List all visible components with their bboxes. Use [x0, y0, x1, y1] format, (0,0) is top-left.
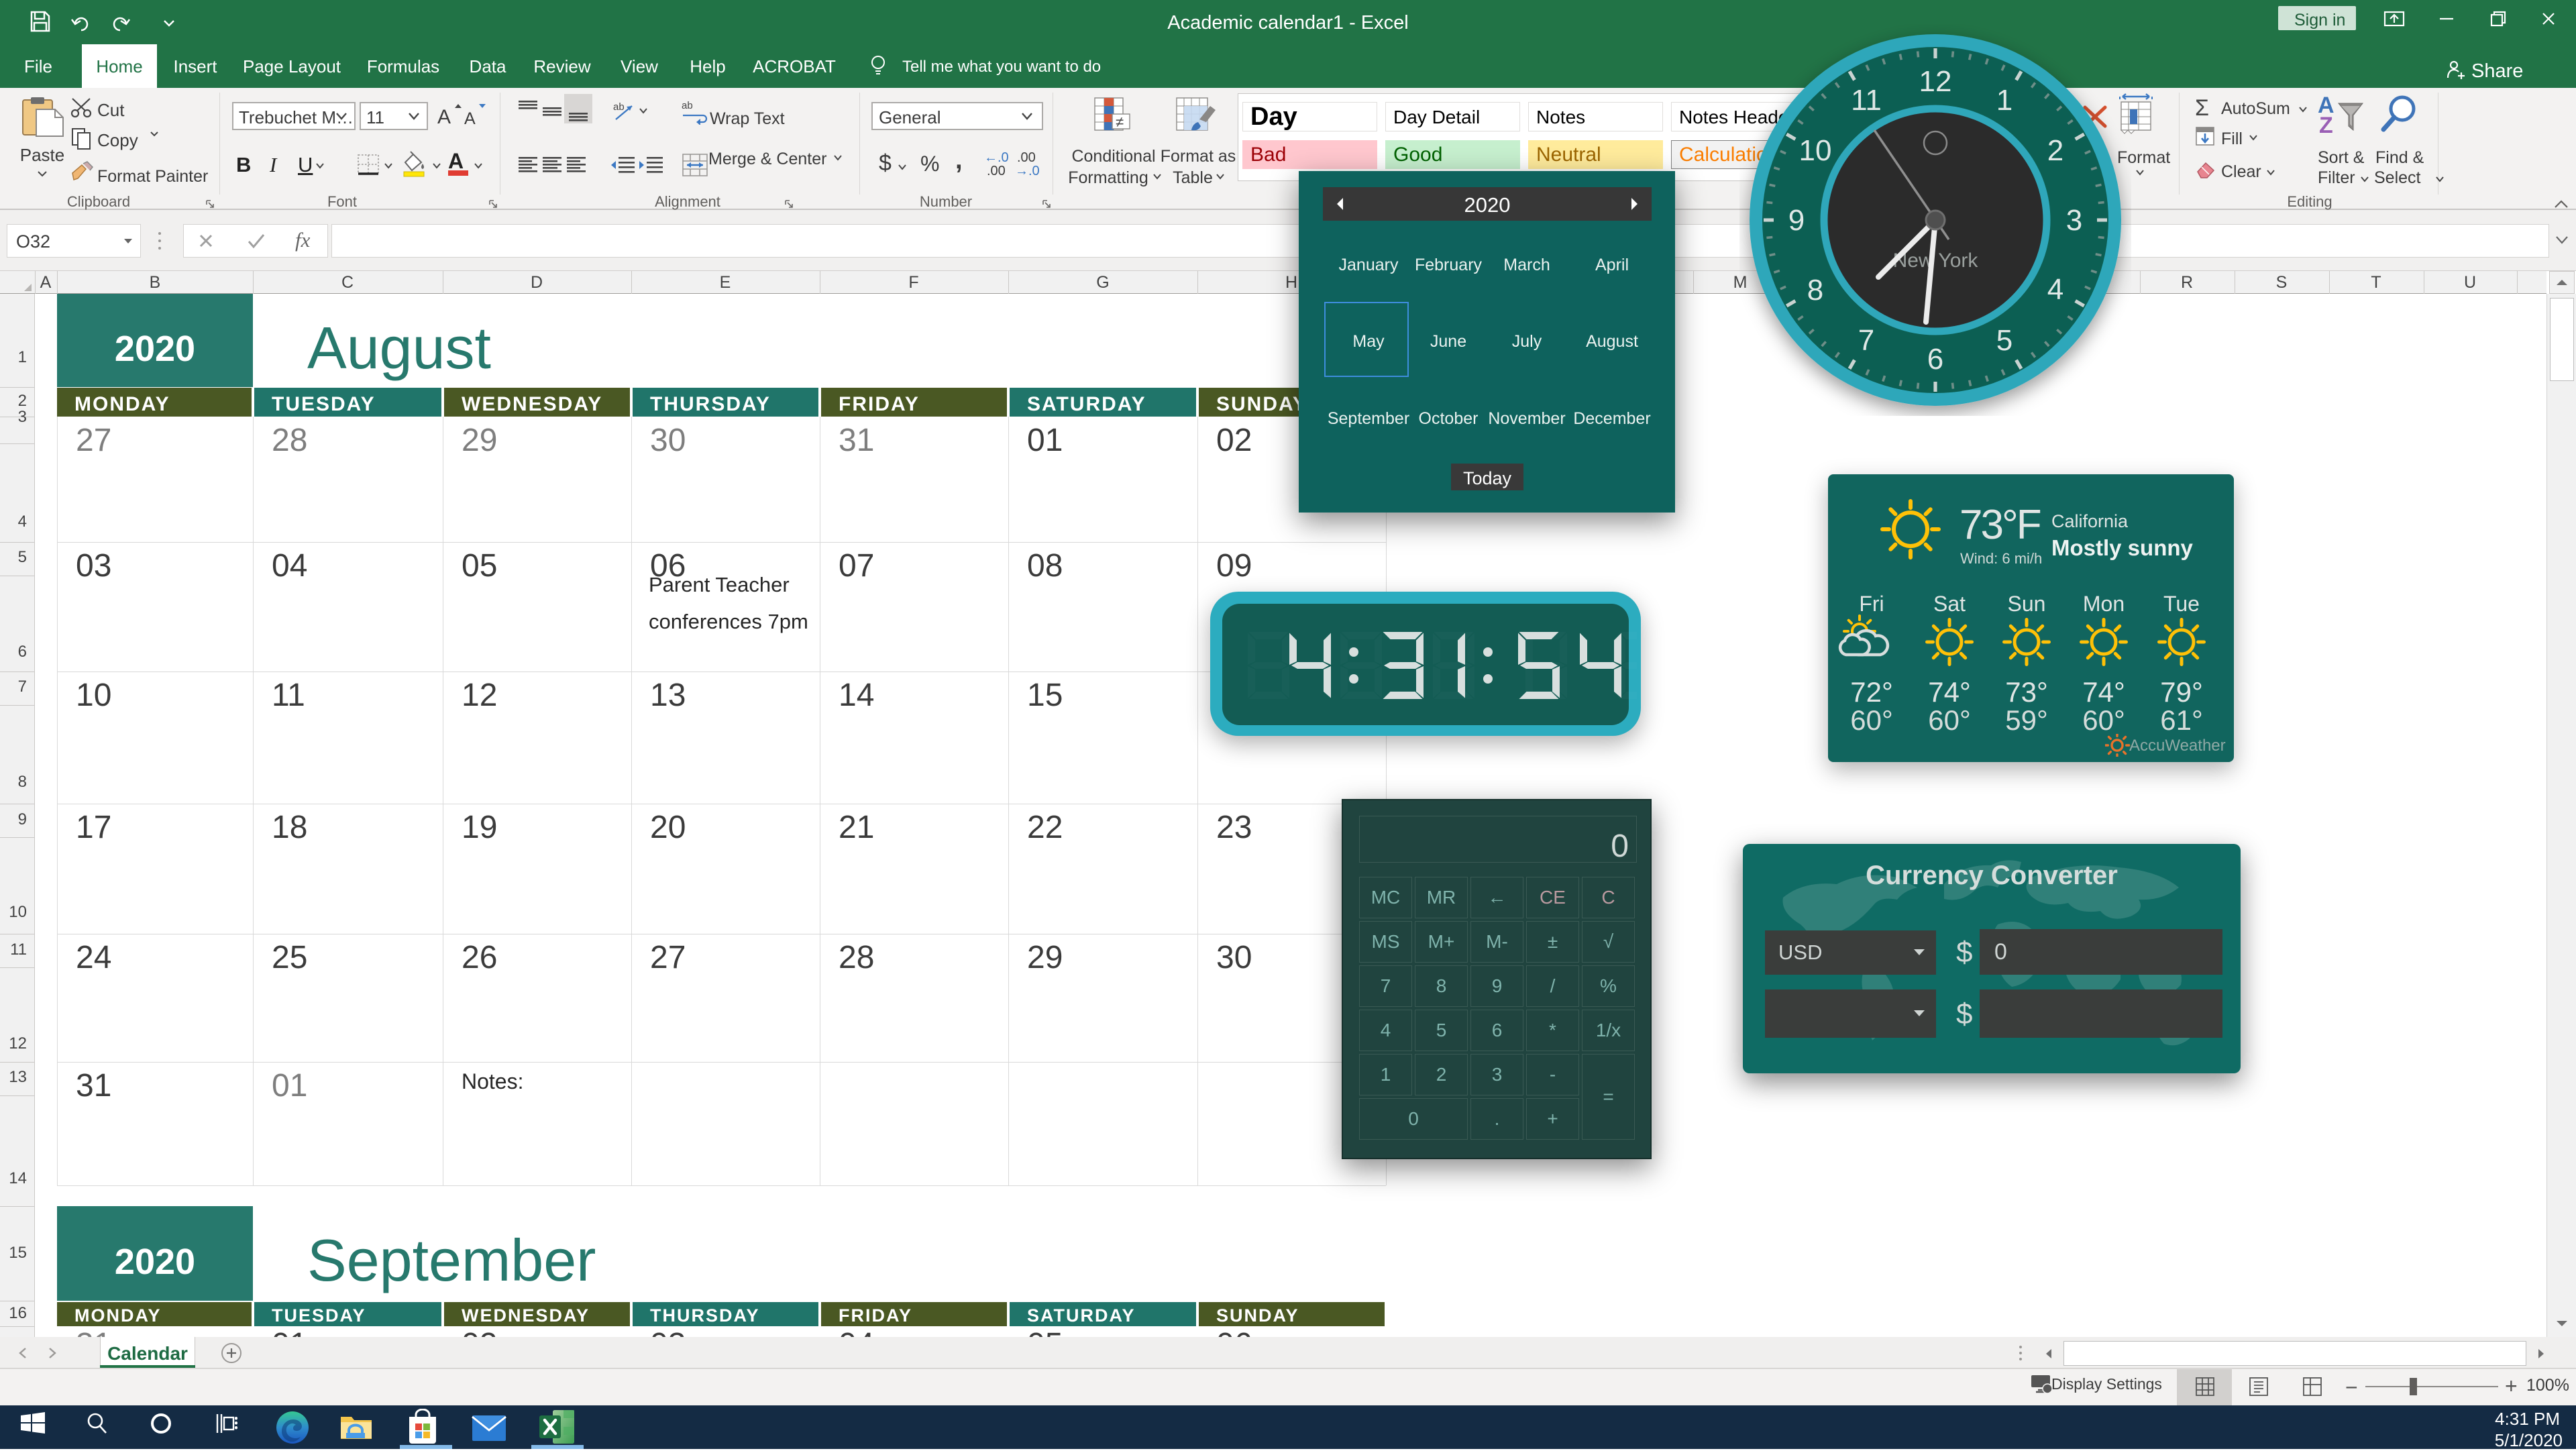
svg-text:4: 4	[2047, 273, 2063, 306]
svg-text:2: 2	[2047, 134, 2063, 167]
svg-text:ab: ab	[613, 101, 625, 113]
svg-text:7: 7	[1858, 324, 1874, 357]
svg-text:11: 11	[1851, 84, 1882, 117]
svg-text:5: 5	[1996, 324, 2012, 357]
svg-text:12: 12	[1919, 65, 1952, 98]
svg-text:8: 8	[1807, 274, 1823, 307]
svg-text:≠: ≠	[1116, 113, 1124, 130]
svg-text:1: 1	[1996, 84, 2012, 117]
svg-text:9: 9	[1788, 204, 1805, 237]
svg-text:10: 10	[1799, 134, 1832, 167]
svg-text:3: 3	[2066, 204, 2082, 237]
svg-text:6: 6	[1927, 343, 1943, 376]
svg-text:ab: ab	[682, 100, 693, 111]
